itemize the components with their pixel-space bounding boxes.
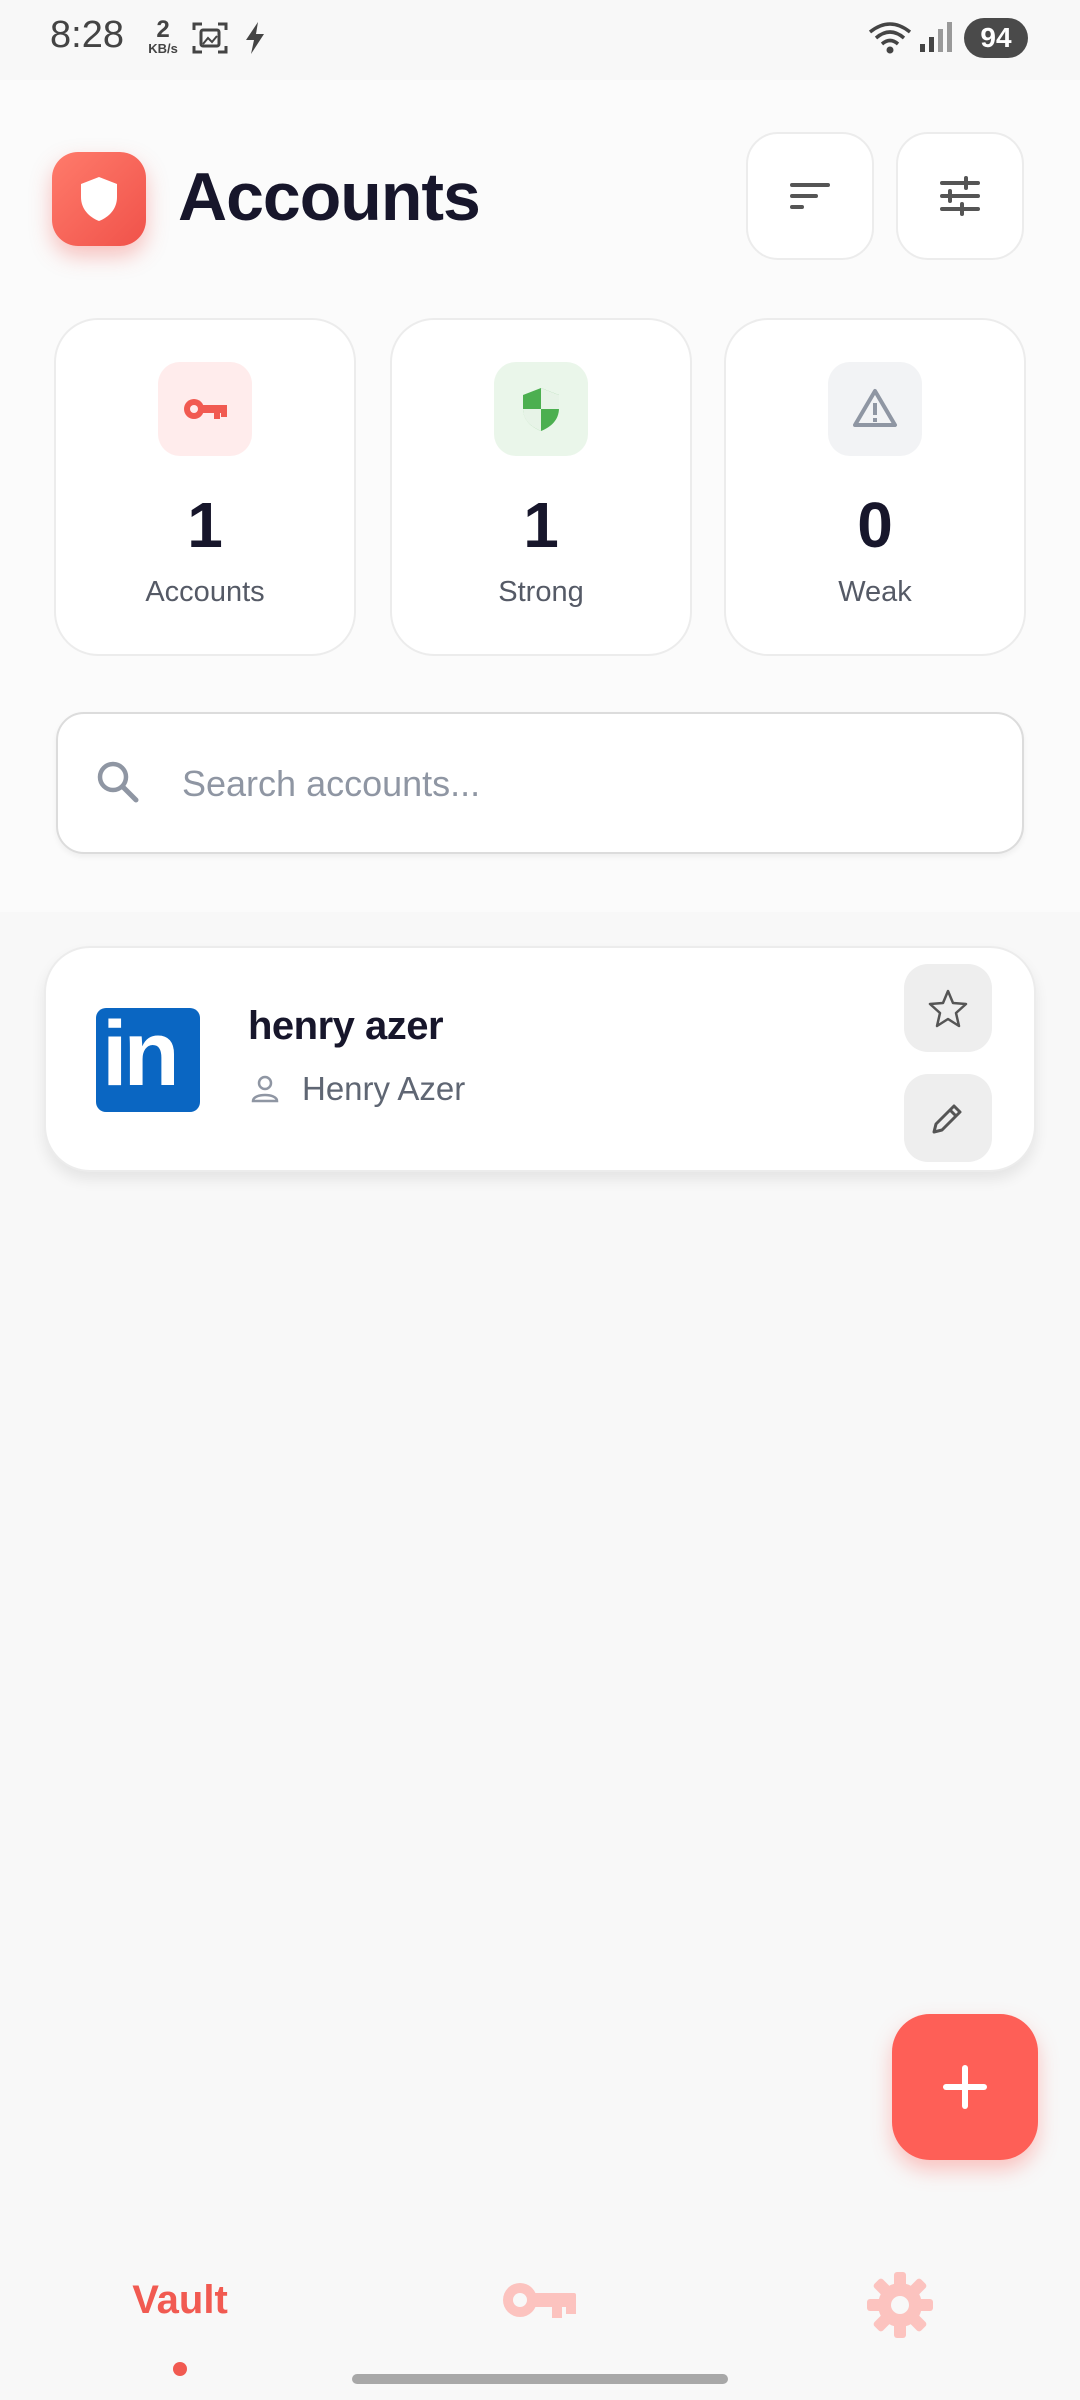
linkedin-logo-icon: in (96, 1008, 200, 1112)
stat-icon-bg (494, 362, 588, 456)
network-speed-value: 2 (156, 16, 170, 43)
favorite-button[interactable] (904, 964, 992, 1052)
search-input[interactable] (180, 714, 984, 854)
stat-label: Accounts (145, 576, 265, 608)
search-icon (97, 761, 139, 803)
warning-icon (853, 389, 897, 427)
network-speed: 2 KB/s (140, 16, 186, 56)
account-name: henry azer (248, 1004, 444, 1048)
user-icon (251, 1075, 279, 1103)
account-logo-text: in (102, 1008, 180, 1105)
page-title: Accounts (178, 159, 481, 235)
sliders-icon (940, 176, 980, 216)
header-section: Accounts 1 Accounts 1 Strong 0 Weak Sear… (0, 80, 1080, 912)
wifi-icon (868, 20, 912, 61)
nav-item-passwords-key-icon[interactable] (500, 2276, 578, 2324)
stat-card-strong: 1 Strong (390, 318, 692, 656)
pencil-icon (932, 1104, 962, 1134)
network-speed-unit: KB/s (148, 41, 178, 56)
app-logo (52, 152, 146, 246)
sort-button[interactable] (746, 132, 874, 260)
status-time: 8:28 (50, 14, 124, 56)
stat-value: 0 (857, 489, 893, 561)
active-indicator-dot (173, 2362, 187, 2376)
edit-button[interactable] (904, 1074, 992, 1162)
status-bar: 8:28 2 KB/s 94 (0, 0, 1080, 80)
signal-icon (918, 20, 954, 59)
stat-icon-bg (158, 362, 252, 456)
account-card[interactable]: in henry azer Henry Azer (44, 946, 1036, 1172)
add-account-button[interactable] (892, 2014, 1038, 2160)
star-icon (928, 989, 968, 1028)
stat-value: 1 (187, 489, 223, 561)
stat-icon-bg (828, 362, 922, 456)
shield-icon (81, 177, 117, 221)
stat-label: Strong (498, 576, 584, 608)
nav-item-vault[interactable]: Vault (100, 2278, 260, 2323)
filter-button[interactable] (896, 132, 1024, 260)
account-username: Henry Azer (302, 1070, 466, 1107)
flash-icon (242, 18, 268, 63)
sort-icon (790, 183, 830, 209)
stat-value: 1 (523, 489, 559, 561)
nav-item-settings-gear-icon[interactable] (865, 2270, 935, 2340)
search-bar (56, 712, 1024, 854)
stat-label: Weak (838, 576, 912, 608)
stat-card-accounts: 1 Accounts (54, 318, 356, 656)
battery-indicator: 94 (964, 18, 1028, 58)
plus-icon (943, 2065, 987, 2109)
screenshot-icon (190, 18, 230, 63)
shield-check-icon (523, 388, 559, 431)
key-icon (184, 399, 227, 419)
screen: 8:28 2 KB/s 94 Accounts 1 Accounts 1 Str… (0, 0, 1080, 2400)
home-indicator[interactable] (352, 2374, 728, 2384)
stat-card-weak: 0 Weak (724, 318, 1026, 656)
